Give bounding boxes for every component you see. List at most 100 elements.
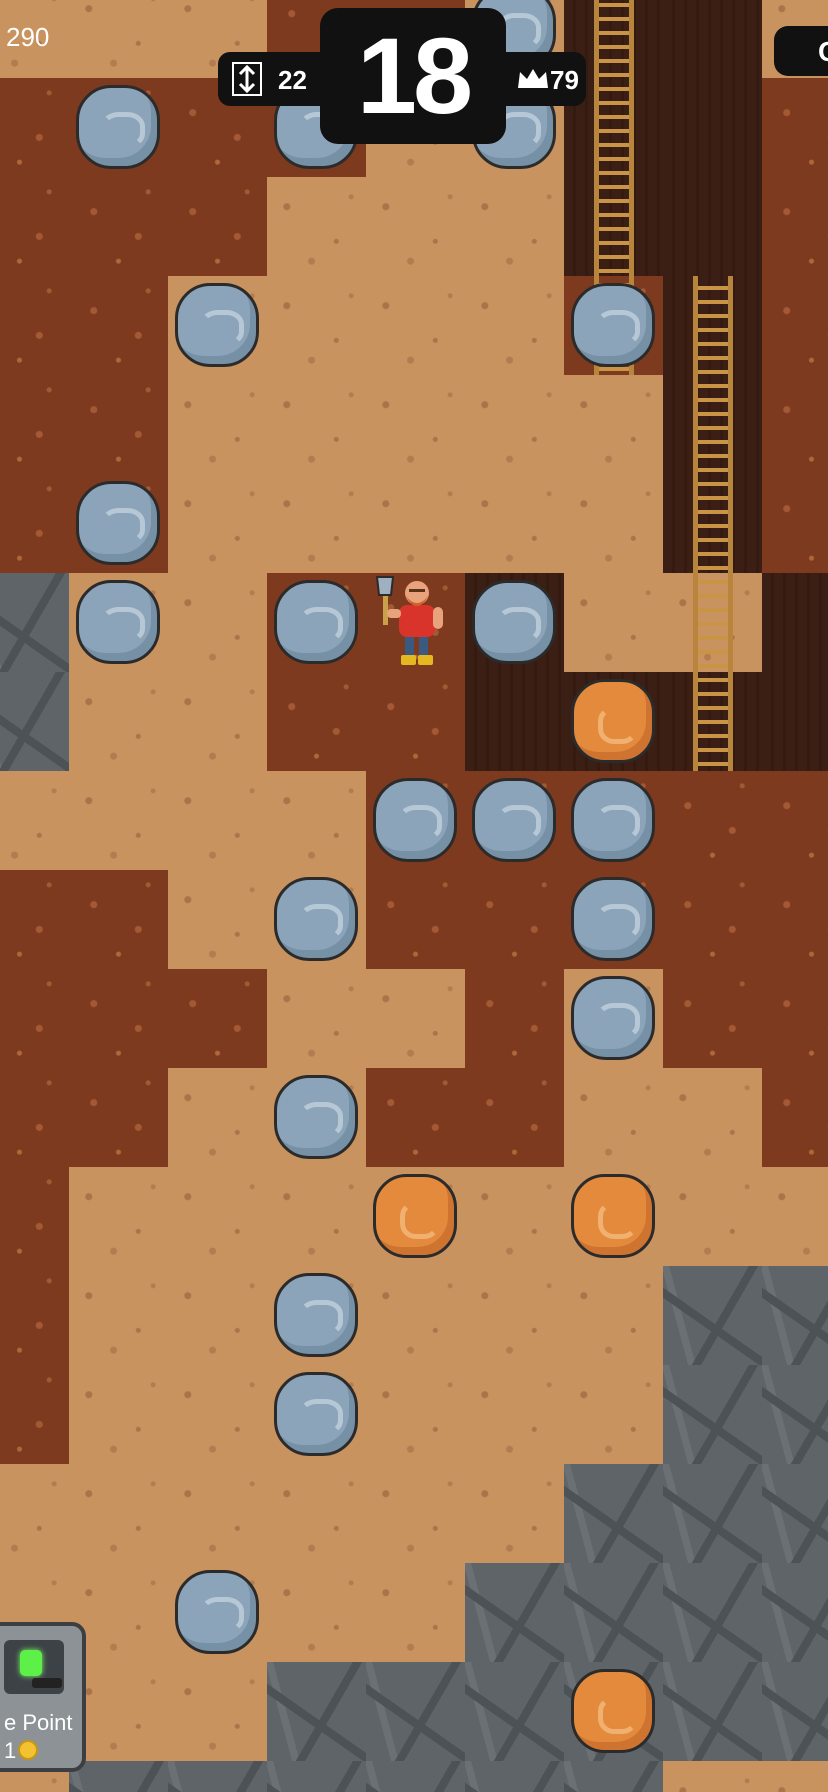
rock-tile bbox=[564, 1464, 663, 1563]
dirt-tile bbox=[465, 177, 564, 276]
save-point-label: e Point bbox=[4, 1710, 73, 1735]
dirt-tile bbox=[168, 1365, 267, 1464]
copper-ore[interactable] bbox=[373, 1174, 457, 1258]
dirt-tile bbox=[663, 1167, 762, 1266]
dark-dirt-tile bbox=[762, 276, 828, 375]
green-light-icon bbox=[20, 1650, 42, 1676]
dirt-tile bbox=[69, 1365, 168, 1464]
boulder-rock[interactable] bbox=[274, 1372, 358, 1456]
dark-dirt-tile bbox=[0, 870, 69, 969]
rock-tile bbox=[663, 1464, 762, 1563]
dirt-tile bbox=[465, 276, 564, 375]
dirt-tile bbox=[0, 1464, 69, 1563]
right-pill-text: C bbox=[818, 36, 828, 68]
dirt-tile bbox=[168, 573, 267, 672]
dark-dirt-tile bbox=[762, 969, 828, 1068]
dirt-tile bbox=[168, 870, 267, 969]
score-text: 290 bbox=[6, 22, 50, 52]
dark-dirt-tile bbox=[0, 969, 69, 1068]
boulder-rock[interactable] bbox=[472, 778, 556, 862]
dark-dirt-tile bbox=[0, 1167, 69, 1266]
save-point-screen bbox=[4, 1640, 64, 1694]
save-point-cost: 1 bbox=[4, 1738, 17, 1763]
dirt-tile bbox=[465, 1464, 564, 1563]
rock-tile bbox=[465, 1662, 564, 1761]
boulder-rock[interactable] bbox=[571, 976, 655, 1060]
rock-tile bbox=[762, 1464, 828, 1563]
dark-dirt-tile bbox=[0, 78, 69, 177]
dark-dirt-tile bbox=[762, 375, 828, 474]
dirt-tile bbox=[366, 1464, 465, 1563]
dark-dirt-tile bbox=[168, 177, 267, 276]
dirt-tile bbox=[168, 1266, 267, 1365]
rock-tile bbox=[762, 1563, 828, 1662]
boulder-rock[interactable] bbox=[76, 481, 160, 565]
rock-tile bbox=[366, 1761, 465, 1792]
boulder-rock[interactable] bbox=[373, 778, 457, 862]
dark-dirt-tile bbox=[762, 78, 828, 177]
boulder-rock[interactable] bbox=[274, 1075, 358, 1159]
dark-dirt-tile bbox=[267, 672, 366, 771]
crown-icon bbox=[518, 69, 548, 88]
boulder-rock[interactable] bbox=[571, 778, 655, 862]
rock-tile bbox=[663, 1365, 762, 1464]
dirt-tile bbox=[69, 672, 168, 771]
tunnel-tile bbox=[762, 672, 828, 771]
dirt-tile bbox=[69, 1167, 168, 1266]
dirt-tile bbox=[168, 1167, 267, 1266]
rock-tile bbox=[69, 1761, 168, 1792]
dirt-tile bbox=[267, 375, 366, 474]
dark-dirt-tile bbox=[0, 276, 69, 375]
dark-dirt-tile bbox=[0, 474, 69, 573]
dirt-tile bbox=[762, 1761, 828, 1792]
dark-dirt-tile bbox=[0, 177, 69, 276]
dirt-tile bbox=[465, 1365, 564, 1464]
dark-dirt-tile bbox=[366, 1068, 465, 1167]
boulder-rock[interactable] bbox=[274, 580, 358, 664]
dark-dirt-tile bbox=[69, 969, 168, 1068]
boulder-rock[interactable] bbox=[571, 877, 655, 961]
depth-arrow-icon bbox=[232, 62, 262, 96]
dirt-tile bbox=[267, 276, 366, 375]
copper-ore[interactable] bbox=[571, 679, 655, 763]
dirt-tile bbox=[69, 771, 168, 870]
dark-dirt-tile bbox=[69, 375, 168, 474]
dirt-tile bbox=[267, 177, 366, 276]
dirt-tile bbox=[69, 1266, 168, 1365]
dirt-tile bbox=[267, 1563, 366, 1662]
tunnel-tile bbox=[663, 177, 762, 276]
dirt-tile bbox=[168, 771, 267, 870]
miner-character bbox=[375, 575, 457, 669]
dirt-tile bbox=[465, 1167, 564, 1266]
dark-dirt-tile bbox=[762, 771, 828, 870]
copper-ore[interactable] bbox=[571, 1669, 655, 1753]
copper-ore[interactable] bbox=[571, 1174, 655, 1258]
timer-value: 18 bbox=[356, 15, 473, 136]
dark-dirt-tile bbox=[465, 1068, 564, 1167]
save-point-button[interactable]: e Point 1 bbox=[0, 1622, 86, 1772]
right-hud-pill[interactable]: C bbox=[774, 26, 828, 76]
dirt-tile bbox=[366, 1266, 465, 1365]
boulder-rock[interactable] bbox=[472, 580, 556, 664]
dirt-tile bbox=[168, 375, 267, 474]
dark-dirt-tile bbox=[366, 870, 465, 969]
dark-dirt-tile bbox=[69, 870, 168, 969]
boulder-rock[interactable] bbox=[274, 1273, 358, 1357]
tunnel-tile bbox=[762, 573, 828, 672]
rock-tile bbox=[267, 1662, 366, 1761]
boulder-rock[interactable] bbox=[175, 1570, 259, 1654]
boulder-rock[interactable] bbox=[274, 877, 358, 961]
boulder-rock[interactable] bbox=[76, 580, 160, 664]
tunnel-tile bbox=[465, 672, 564, 771]
boulder-rock[interactable] bbox=[571, 283, 655, 367]
dirt-tile bbox=[465, 375, 564, 474]
dirt-tile bbox=[267, 969, 366, 1068]
boulder-rock[interactable] bbox=[76, 85, 160, 169]
dark-dirt-tile bbox=[762, 1068, 828, 1167]
dark-dirt-tile bbox=[762, 474, 828, 573]
dirt-tile bbox=[168, 1662, 267, 1761]
dirt-tile bbox=[366, 1365, 465, 1464]
boulder-rock[interactable] bbox=[175, 283, 259, 367]
dark-dirt-tile bbox=[762, 870, 828, 969]
dirt-tile bbox=[663, 1761, 762, 1792]
